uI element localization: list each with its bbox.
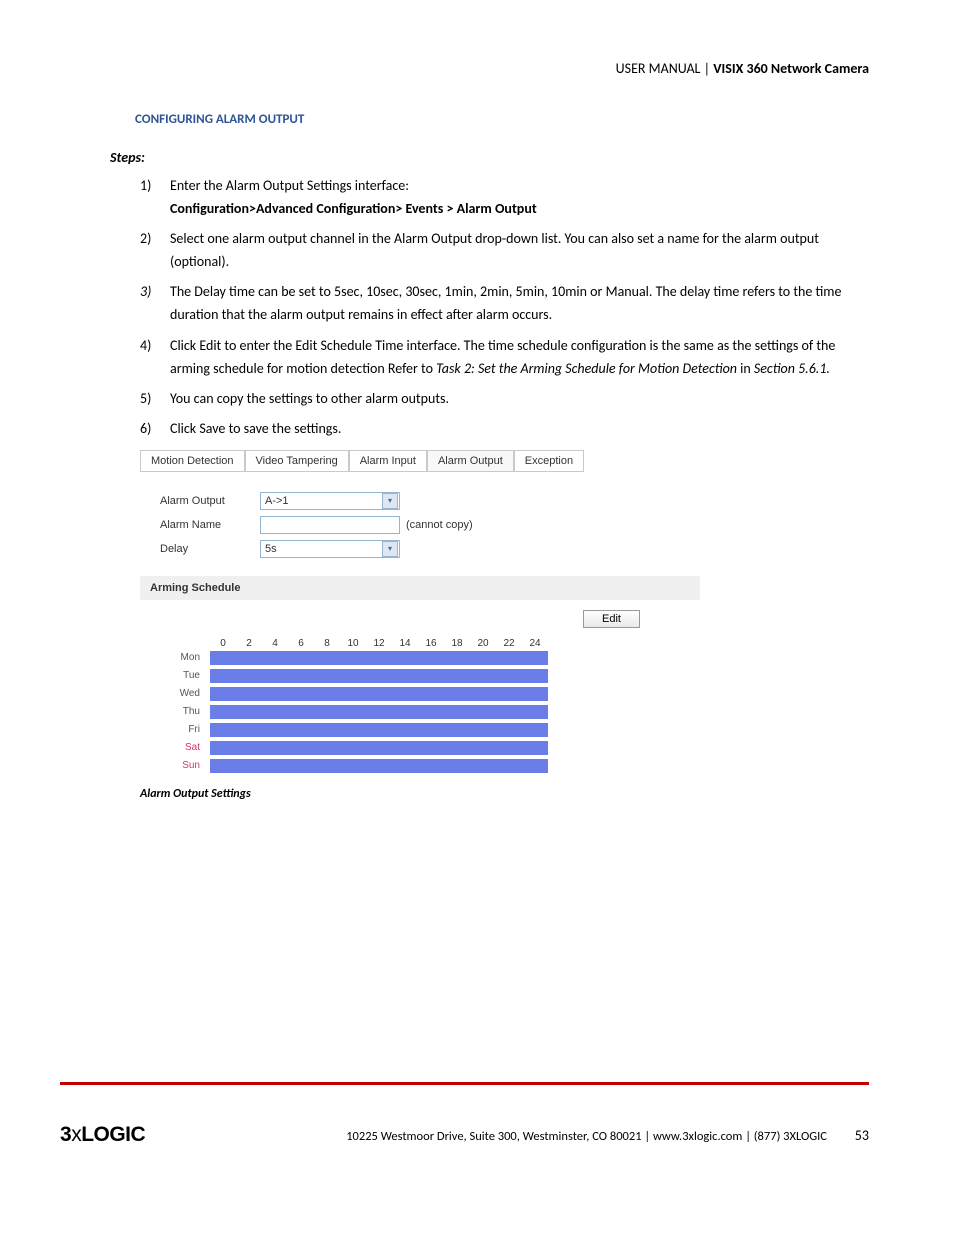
tab-alarm-output[interactable]: Alarm Output	[427, 450, 514, 472]
footer-address: 10225 Westmoor Drive, Suite 300, Westmin…	[165, 1127, 869, 1144]
edit-button[interactable]: Edit	[583, 610, 640, 628]
footer-rule	[60, 1082, 869, 1085]
steps-list: 1) Enter the Alarm Output Settings inter…	[140, 174, 869, 440]
page-header: USER MANUAL | VISIX 360 Network Camera	[85, 60, 869, 77]
schedule-row: Sun	[160, 759, 700, 773]
schedule-bar[interactable]	[210, 651, 548, 665]
tab-video-tampering[interactable]: Video Tampering	[245, 450, 349, 472]
alarm-name-input[interactable]	[260, 516, 400, 534]
delay-select[interactable]: 5s ▾	[260, 540, 400, 558]
schedule-row: Thu	[160, 705, 700, 719]
figure-caption: Alarm Output Settings	[140, 787, 700, 801]
step-4: 4) Click Edit to enter the Edit Schedule…	[140, 334, 869, 380]
delay-label: Delay	[160, 543, 260, 555]
schedule-bar[interactable]	[210, 741, 548, 755]
alarm-name-label: Alarm Name	[160, 519, 260, 531]
figure-tabs: Motion Detection Video Tampering Alarm I…	[140, 450, 700, 472]
step-5: 5) You can copy the settings to other al…	[140, 387, 869, 410]
chevron-down-icon: ▾	[382, 493, 398, 509]
steps-label: Steps:	[110, 149, 869, 166]
step-3: 3) The Delay time can be set to 5sec, 10…	[140, 280, 869, 326]
tab-exception[interactable]: Exception	[514, 450, 584, 472]
schedule-bar[interactable]	[210, 759, 548, 773]
schedule-bar[interactable]	[210, 687, 548, 701]
step-2: 2) Select one alarm output channel in th…	[140, 227, 869, 273]
schedule-bar[interactable]	[210, 723, 548, 737]
chevron-down-icon: ▾	[382, 541, 398, 557]
tab-motion-detection[interactable]: Motion Detection	[140, 450, 245, 472]
alarm-output-select[interactable]: A->1 ▾	[260, 492, 400, 510]
alarm-output-label: Alarm Output	[160, 495, 260, 507]
logo: 3xLOGIC	[60, 1123, 145, 1147]
step-6: 6) Click Save to save the settings.	[140, 417, 869, 440]
tab-alarm-input[interactable]: Alarm Input	[349, 450, 427, 472]
schedule-bar[interactable]	[210, 705, 548, 719]
step-1: 1) Enter the Alarm Output Settings inter…	[140, 174, 869, 220]
schedule-row: Sat	[160, 741, 700, 755]
section-title: CONFIGURING ALARM OUTPUT	[135, 112, 869, 127]
schedule-row: Wed	[160, 687, 700, 701]
page-footer: 3xLOGIC 10225 Westmoor Drive, Suite 300,…	[60, 1082, 869, 1147]
schedule-row: Tue	[160, 669, 700, 683]
schedule-row: Mon	[160, 651, 700, 665]
arming-schedule-header: Arming Schedule	[140, 576, 700, 600]
schedule-grid: 024681012141618202224 MonTueWedThuFriSat…	[160, 638, 700, 773]
cannot-copy-note: (cannot copy)	[406, 519, 473, 531]
figure-alarm-output: Motion Detection Video Tampering Alarm I…	[140, 450, 700, 773]
schedule-bar[interactable]	[210, 669, 548, 683]
schedule-row: Fri	[160, 723, 700, 737]
